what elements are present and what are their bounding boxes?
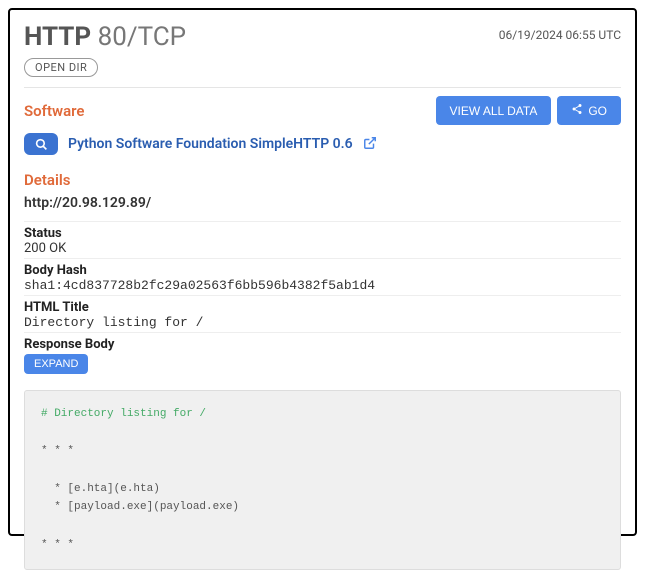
timestamp: 06/19/2024 06:55 UTC <box>499 22 621 42</box>
software-name-link[interactable]: Python Software Foundation SimpleHTTP 0.… <box>68 136 353 152</box>
body-hash-label: Body Hash <box>24 263 621 278</box>
view-all-data-button[interactable]: VIEW ALL DATA <box>436 96 552 125</box>
service-title: HTTP 80/TCP <box>24 22 186 52</box>
search-icon <box>35 138 48 151</box>
go-label: GO <box>588 104 607 118</box>
details-heading: Details <box>24 171 621 189</box>
expand-button[interactable]: EXPAND <box>24 354 88 374</box>
response-body-label: Response Body <box>24 337 621 352</box>
software-heading: Software <box>24 102 84 120</box>
open-dir-badge: OPEN DIR <box>24 58 98 77</box>
divider <box>24 87 621 88</box>
title-block: HTTP 80/TCP OPEN DIR <box>24 22 186 77</box>
code-line-0: * [e.hta](e.hta) <box>41 483 160 495</box>
view-all-data-label: VIEW ALL DATA <box>450 104 538 118</box>
html-title-row: HTML Title Directory listing for / <box>24 295 621 332</box>
code-sep-top: * * * <box>41 445 74 457</box>
response-body-preview: # Directory listing for / * * * * [e.hta… <box>24 390 621 570</box>
protocol-label: HTTP <box>24 22 91 52</box>
response-body-row: Response Body EXPAND <box>24 332 621 376</box>
expand-label: EXPAND <box>34 358 78 370</box>
details-section: Details http://20.98.129.89/ Status 200 … <box>24 171 621 570</box>
status-value: 200 OK <box>24 241 621 256</box>
target-url: http://20.98.129.89/ <box>24 195 621 211</box>
code-heading: # Directory listing for / <box>41 408 206 420</box>
status-label: Status <box>24 226 621 241</box>
search-software-button[interactable] <box>24 133 58 155</box>
code-line-1: * [payload.exe](payload.exe) <box>41 501 239 513</box>
status-row: Status 200 OK <box>24 221 621 258</box>
port-transport-label: 80/TCP <box>98 22 186 52</box>
panel-header: HTTP 80/TCP OPEN DIR 06/19/2024 06:55 UT… <box>24 22 621 77</box>
body-hash-row: Body Hash sha1:4cd837728b2fc29a02563f6bb… <box>24 258 621 295</box>
body-hash-value: sha1:4cd837728b2fc29a02563f6bb596b4382f5… <box>24 278 621 293</box>
software-section-header: Software VIEW ALL DATA GO <box>24 96 621 125</box>
action-buttons: VIEW ALL DATA GO <box>436 96 621 125</box>
service-panel: HTTP 80/TCP OPEN DIR 06/19/2024 06:55 UT… <box>8 8 637 536</box>
software-row: Python Software Foundation SimpleHTTP 0.… <box>24 133 621 155</box>
html-title-value: Directory listing for / <box>24 315 621 330</box>
share-icon <box>571 103 583 118</box>
html-title-label: HTML Title <box>24 300 621 315</box>
go-button[interactable]: GO <box>557 96 621 125</box>
external-link-icon[interactable] <box>363 135 377 154</box>
code-sep-bottom: * * * <box>41 539 74 551</box>
